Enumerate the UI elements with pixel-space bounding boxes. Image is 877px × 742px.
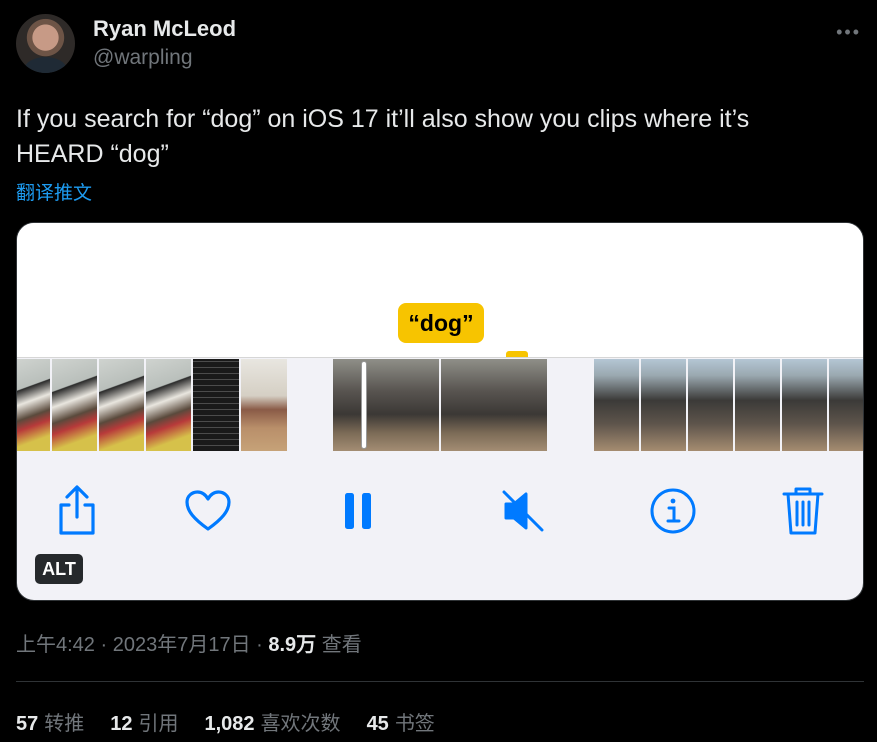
stat-label: 喜欢次数: [260, 713, 341, 735]
tweet-text-line-1: If you search for “dog” on iOS 17 it’ll …: [16, 105, 750, 133]
stat-quotes[interactable]: 12 引用: [110, 707, 178, 736]
filmstrip-thumbnail: [735, 359, 780, 451]
tweet-time[interactable]: 上午4:42: [16, 634, 95, 656]
video-filmstrip[interactable]: [17, 359, 863, 451]
filmstrip-thumbnail: [333, 359, 439, 451]
stat-count: 1,082: [204, 713, 255, 735]
filmstrip-thumbnail: [52, 359, 97, 451]
filmstrip-thumbnail: [193, 359, 239, 451]
views-label: 查看: [316, 634, 362, 656]
stat-retweets[interactable]: 57 转推: [16, 707, 84, 736]
filmstrip-divider: [17, 357, 863, 358]
tweet-text: If you search for “dog” on iOS 17 it’ll …: [16, 102, 856, 172]
author-avatar[interactable]: [16, 14, 75, 73]
more-horizontal-icon[interactable]: •••: [836, 22, 861, 43]
filmstrip-thumbnail: [594, 359, 639, 451]
filmstrip-thumbnail: [99, 359, 144, 451]
views-count: 8.9万: [268, 634, 317, 656]
stat-count: 57: [16, 713, 39, 735]
stat-likes[interactable]: 1,082 喜欢次数: [205, 707, 341, 736]
meta-separator: ·: [250, 634, 269, 656]
filmstrip-thumbnail: [782, 359, 827, 451]
tweet-date[interactable]: 2023年7月17日: [113, 634, 251, 656]
search-term-chip: “dog”: [398, 303, 484, 343]
tweet-text-line-2: HEARD “dog”: [16, 140, 169, 168]
filmstrip-thumbnail: [441, 359, 547, 451]
tweet-metadata: 上午4:42 · 2023年7月17日 · 8.9万 查看: [16, 628, 362, 657]
stat-label: 转推: [44, 713, 85, 735]
stat-label: 引用: [138, 713, 179, 735]
filmstrip-thumbnail: [241, 359, 287, 451]
filmstrip-thumbnail: [829, 359, 863, 451]
stat-count: 12: [110, 713, 133, 735]
meta-separator: ·: [94, 634, 113, 656]
filmstrip-thumbnail: [146, 359, 191, 451]
trash-icon[interactable]: [779, 485, 827, 537]
info-icon[interactable]: [649, 485, 697, 537]
stat-count: 45: [366, 713, 389, 735]
heart-icon[interactable]: [184, 485, 232, 537]
author-handle[interactable]: @warpling: [93, 46, 193, 70]
engagement-stats: 57 转推 12 引用 1,082 喜欢次数 45 书签: [16, 707, 435, 736]
pause-icon[interactable]: [334, 485, 382, 537]
author-display-name[interactable]: Ryan McLeod: [93, 16, 236, 42]
stats-divider: [16, 681, 864, 682]
filmstrip-thumbnail: [17, 359, 50, 451]
share-icon[interactable]: [53, 485, 101, 537]
scrubber-handle[interactable]: [361, 361, 367, 449]
tweet-media-image[interactable]: “dog” ALT: [16, 222, 864, 601]
stat-bookmarks[interactable]: 45 书签: [367, 707, 435, 736]
mute-icon[interactable]: [499, 485, 547, 537]
alt-text-badge[interactable]: ALT: [35, 554, 83, 584]
translate-tweet-link[interactable]: 翻译推文: [16, 178, 92, 205]
filmstrip-thumbnail: [641, 359, 686, 451]
filmstrip-thumbnail: [688, 359, 733, 451]
stat-label: 书签: [394, 713, 435, 735]
